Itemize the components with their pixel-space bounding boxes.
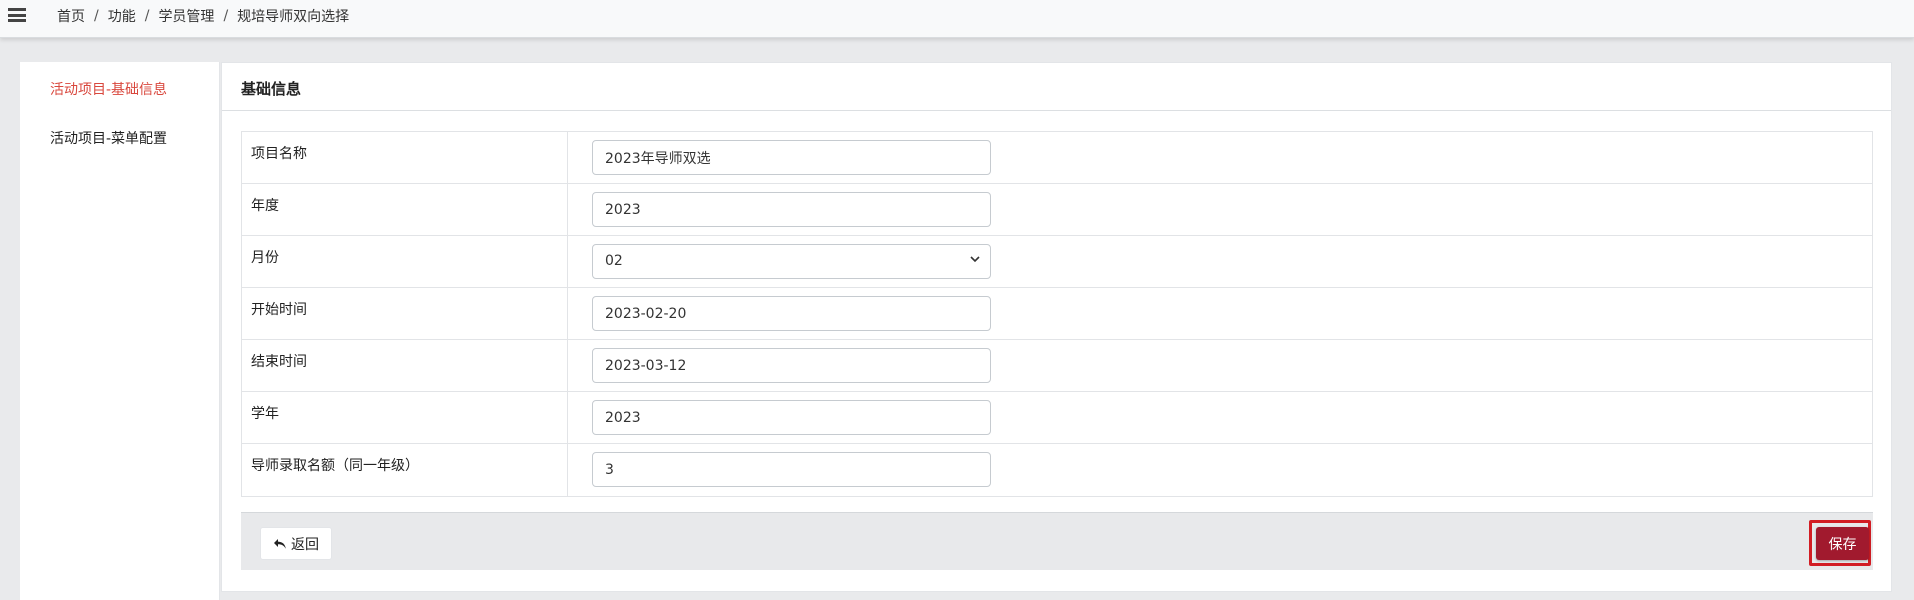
form-row-end-time: 结束时间 [242, 340, 1872, 392]
field-label: 学年 [242, 392, 568, 443]
save-button-highlight: 保存 [1809, 520, 1871, 566]
main-panel: 基础信息 项目名称 年度 月份 02 开始时间 结束时间 [221, 62, 1892, 592]
menu-toggle-icon[interactable] [8, 8, 26, 22]
breadcrumb-current: 规培导师双向选择 [237, 9, 350, 25]
save-button[interactable]: 保存 [1816, 527, 1869, 560]
form-row-start-time: 开始时间 [242, 288, 1872, 340]
sidebar-item-menu-config[interactable]: 活动项目-菜单配置 [50, 128, 167, 148]
form-row-academic-year: 学年 [242, 392, 1872, 444]
project-name-input[interactable] [592, 140, 991, 175]
year-input[interactable] [592, 192, 991, 227]
back-button-label: 返回 [291, 536, 319, 553]
back-button[interactable]: 返回 [260, 527, 332, 560]
field-label: 导师录取名额（同一年级） [242, 444, 568, 496]
panel-header: 基础信息 [222, 63, 1891, 111]
field-label: 年度 [242, 184, 568, 235]
breadcrumb-home[interactable]: 首页 [57, 6, 85, 26]
academic-year-input[interactable] [592, 400, 991, 435]
form-row-project-name: 项目名称 [242, 132, 1872, 184]
end-time-input[interactable] [592, 348, 991, 383]
action-bar: 返回 保存 [241, 512, 1873, 570]
field-label: 结束时间 [242, 340, 568, 391]
sidebar: 活动项目-基础信息 活动项目-菜单配置 [20, 62, 220, 600]
reply-arrow-icon [274, 538, 286, 549]
sidebar-item-basic-info[interactable]: 活动项目-基础信息 [50, 79, 167, 99]
quota-input[interactable] [592, 452, 991, 487]
breadcrumb-separator: / [144, 8, 150, 24]
breadcrumb-function[interactable]: 功能 [108, 6, 136, 26]
form-table: 项目名称 年度 月份 02 开始时间 结束时间 学年 [241, 131, 1873, 497]
form-row-quota: 导师录取名额（同一年级） [242, 444, 1872, 496]
breadcrumb-separator: / [94, 8, 99, 24]
breadcrumb-separator: / [223, 8, 229, 24]
month-select[interactable]: 02 [592, 244, 991, 279]
field-label: 月份 [242, 236, 568, 287]
field-label: 开始时间 [242, 288, 568, 339]
form-row-year: 年度 [242, 184, 1872, 236]
breadcrumb-student-management[interactable]: 学员管理 [158, 6, 214, 26]
breadcrumb: 首页 / 功能 / 学员管理 / 规培导师双向选择 [57, 6, 349, 26]
start-time-input[interactable] [592, 296, 991, 331]
form-row-month: 月份 02 [242, 236, 1872, 288]
panel-title: 基础信息 [241, 80, 302, 98]
field-label: 项目名称 [242, 132, 568, 183]
top-bar: 首页 / 功能 / 学员管理 / 规培导师双向选择 [0, 0, 1914, 38]
